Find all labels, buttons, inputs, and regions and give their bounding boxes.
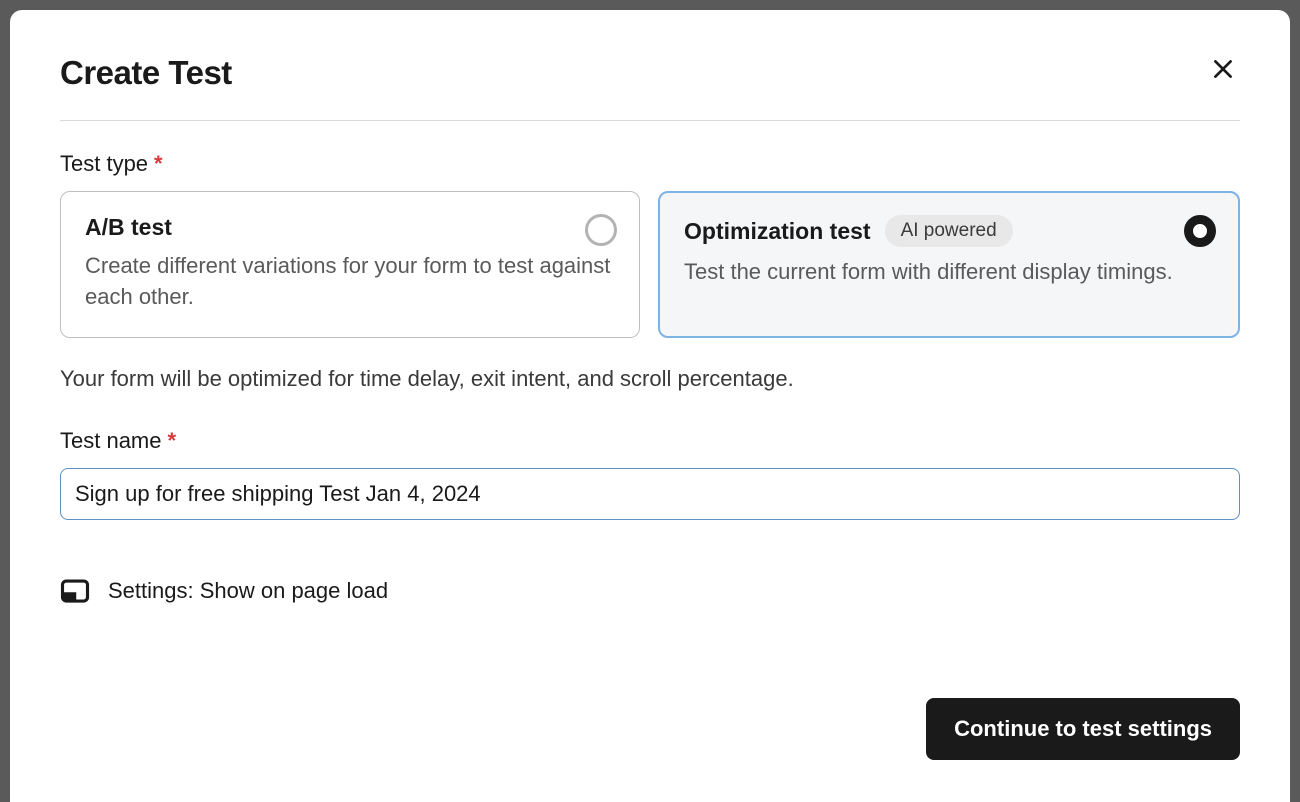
settings-text: Settings: Show on page load: [108, 578, 388, 604]
ab-test-title: A/B test: [85, 214, 172, 241]
ai-powered-badge: AI powered: [885, 215, 1013, 247]
helper-text: Your form will be optimized for time del…: [60, 364, 1240, 395]
close-button[interactable]: [1206, 52, 1240, 89]
required-mark: *: [168, 428, 177, 454]
test-type-label: Test type *: [60, 151, 1240, 177]
close-icon: [1210, 70, 1236, 85]
opt-test-description: Test the current form with different dis…: [684, 257, 1214, 288]
opt-test-radio[interactable]: [1184, 215, 1216, 247]
test-name-label-text: Test name: [60, 428, 162, 454]
opt-test-title-row: Optimization test AI powered: [684, 215, 1214, 247]
ab-test-description: Create different variations for your for…: [85, 251, 615, 313]
modal-title: Create Test: [60, 54, 232, 92]
settings-row: Settings: Show on page load: [60, 576, 1240, 606]
test-name-section: Test name *: [60, 428, 1240, 520]
divider: [60, 120, 1240, 121]
ab-test-radio[interactable]: [585, 214, 617, 246]
optimization-test-card[interactable]: Optimization test AI powered Test the cu…: [658, 191, 1240, 338]
window-icon: [60, 576, 90, 606]
required-mark: *: [154, 151, 163, 177]
test-type-cards: A/B test Create different variations for…: [60, 191, 1240, 338]
opt-test-title: Optimization test: [684, 218, 871, 245]
create-test-modal: Create Test Test type * A/B test Create …: [10, 10, 1290, 802]
modal-header: Create Test: [60, 54, 1240, 92]
ab-test-card[interactable]: A/B test Create different variations for…: [60, 191, 640, 338]
modal-footer: Continue to test settings: [926, 698, 1240, 760]
ab-test-title-row: A/B test: [85, 214, 615, 241]
test-name-input[interactable]: [60, 468, 1240, 520]
test-type-label-text: Test type: [60, 151, 148, 177]
test-name-label: Test name *: [60, 428, 1240, 454]
continue-button[interactable]: Continue to test settings: [926, 698, 1240, 760]
